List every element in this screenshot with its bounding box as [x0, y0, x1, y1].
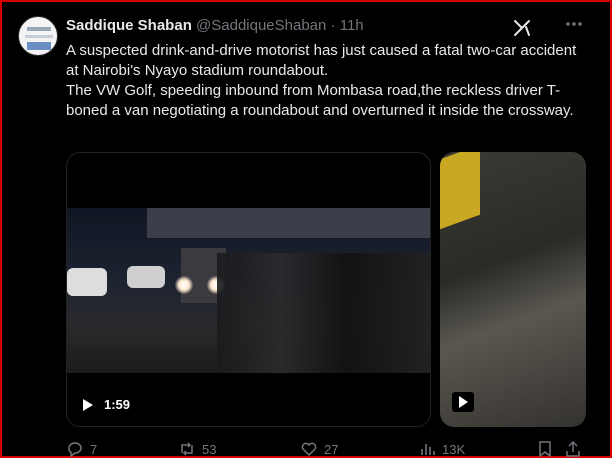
video-thumbnail[interactable]	[440, 152, 586, 427]
video-frame	[440, 152, 480, 230]
repost-count: 53	[202, 441, 217, 457]
video-frame	[217, 253, 430, 373]
video-duration: 1:59	[104, 397, 131, 412]
share-button[interactable]	[564, 440, 582, 458]
avatar-graphic	[25, 35, 53, 38]
reply-count: 7	[90, 441, 98, 457]
like-button[interactable]: 27	[300, 440, 338, 458]
like-count: 27	[324, 441, 339, 457]
tweet-frame: Saddique Shaban @SaddiqueShaban · 11h A …	[0, 0, 612, 458]
share-icon	[566, 440, 580, 457]
bookmark-icon	[539, 441, 551, 458]
repost-button[interactable]: 53	[178, 440, 216, 458]
action-bar: 7 53 27 13K	[66, 440, 588, 458]
play-button[interactable]	[452, 392, 474, 412]
avatar-graphic	[27, 42, 51, 50]
video-frame	[67, 208, 430, 373]
video-frame	[147, 208, 430, 238]
views-count: 13K	[442, 441, 466, 457]
views-icon	[421, 444, 435, 455]
tweet-header: Saddique Shaban @SaddiqueShaban · 11h	[66, 17, 516, 37]
grok-icon[interactable]	[512, 18, 532, 38]
play-icon[interactable]	[83, 399, 93, 411]
play-icon	[459, 396, 468, 408]
reply-button[interactable]: 7	[66, 440, 97, 458]
like-icon	[301, 442, 317, 457]
video-frame	[67, 268, 107, 296]
avatar[interactable]	[18, 16, 58, 56]
separator: ·	[330, 17, 336, 34]
repost-icon	[181, 442, 193, 456]
avatar-graphic	[27, 27, 51, 31]
author-handle[interactable]: @SaddiqueShaban	[196, 17, 326, 34]
reply-icon	[68, 442, 82, 458]
more-icon[interactable]	[564, 14, 584, 34]
bookmark-button[interactable]	[536, 440, 554, 458]
timestamp[interactable]: 11h	[340, 17, 364, 34]
video-frame	[175, 276, 193, 294]
tweet-text: A suspected drink-and-drive motorist has…	[66, 42, 577, 119]
views-button[interactable]: 13K	[418, 440, 465, 458]
video-player[interactable]: 1:59	[66, 152, 431, 427]
video-frame	[127, 266, 165, 288]
author-name[interactable]: Saddique Shaban	[66, 17, 192, 34]
